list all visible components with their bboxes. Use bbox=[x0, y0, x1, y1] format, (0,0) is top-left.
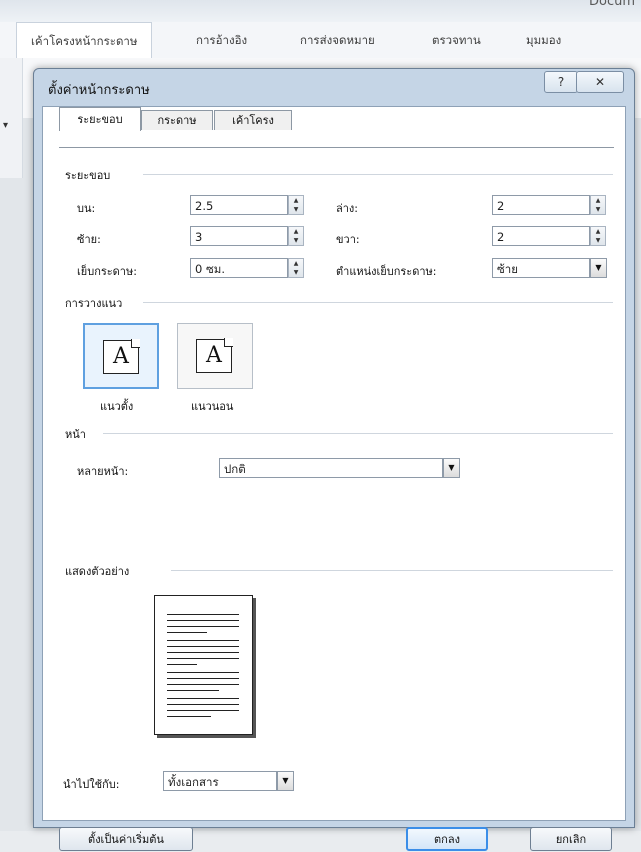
portrait-page-icon: A bbox=[103, 339, 140, 374]
preview-line bbox=[167, 626, 239, 627]
dialog-content: ระยะขอบ กระดาษ เค้าโครง ระยะขอบ บน: 2.5 … bbox=[42, 106, 626, 851]
help-button[interactable]: ? bbox=[544, 71, 578, 93]
top-margin-spinner[interactable]: ▲ ▼ bbox=[288, 195, 304, 215]
tab-layout[interactable]: เค้าโครง bbox=[214, 110, 292, 130]
dialog-titlebar[interactable]: ตั้งค่าหน้ากระดาษ ? ✕ bbox=[34, 69, 634, 105]
tab-margins[interactable]: ระยะขอบ bbox=[59, 107, 141, 131]
preview-line bbox=[167, 710, 239, 711]
page-preview bbox=[154, 595, 253, 735]
ribbon-tab-page-layout[interactable]: เค้าโครงหน้ากระดาษ bbox=[16, 22, 153, 59]
ribbon-tab-review[interactable]: ตรวจทาน bbox=[432, 22, 481, 58]
right-margin-label: ขวา: bbox=[336, 233, 360, 246]
preview-line bbox=[167, 640, 239, 641]
multiple-pages-dropdown-icon[interactable]: ▼ bbox=[443, 458, 460, 478]
margins-section-label: ระยะขอบ bbox=[65, 169, 111, 182]
landscape-label: แนวนอน bbox=[191, 400, 234, 413]
tab-divider bbox=[59, 147, 614, 148]
top-margin-input[interactable]: 2.5 bbox=[190, 195, 288, 215]
collapsed-control-icon: ▾ bbox=[3, 120, 9, 131]
gutter-spinner[interactable]: ▲ ▼ bbox=[288, 258, 304, 278]
ribbon-left-edge: ▾ bbox=[0, 58, 23, 178]
ribbon-tab-mailings[interactable]: การส่งจดหมาย bbox=[300, 22, 375, 58]
gutter-position-select[interactable]: ซ้าย bbox=[492, 258, 590, 278]
preview-line bbox=[167, 678, 239, 679]
orientation-separator bbox=[143, 302, 613, 303]
preview-line bbox=[167, 620, 239, 621]
preview-line bbox=[167, 646, 239, 647]
margins-separator bbox=[143, 174, 613, 175]
right-margin-input[interactable]: 2 bbox=[492, 226, 590, 246]
preview-line bbox=[167, 632, 207, 633]
apply-to-label: นำไปใช้กับ: bbox=[63, 778, 120, 791]
preview-line bbox=[167, 716, 211, 717]
portrait-label: แนวตั้ง bbox=[100, 400, 134, 413]
bottom-margin-label: ล่าง: bbox=[336, 202, 358, 215]
tab-paper[interactable]: กระดาษ bbox=[141, 110, 213, 130]
preview-line bbox=[167, 658, 239, 659]
left-margin-spinner[interactable]: ▲ ▼ bbox=[288, 226, 304, 246]
dialog-title: ตั้งค่าหน้ากระดาษ bbox=[48, 83, 150, 98]
document-title: Docum bbox=[588, 0, 635, 9]
preview-line bbox=[167, 652, 239, 653]
preview-line bbox=[167, 672, 239, 673]
preview-line bbox=[167, 614, 239, 615]
close-button[interactable]: ✕ bbox=[576, 71, 624, 93]
preview-line bbox=[167, 704, 239, 705]
top-margin-label: บน: bbox=[77, 202, 96, 215]
preview-separator bbox=[171, 570, 613, 571]
apply-to-dropdown-icon[interactable]: ▼ bbox=[277, 771, 294, 791]
bottom-margin-spinner[interactable]: ▲ ▼ bbox=[590, 195, 606, 215]
orientation-section-label: การวางแนว bbox=[65, 297, 123, 310]
left-margin-label: ซ้าย: bbox=[77, 233, 101, 246]
preview-line bbox=[167, 664, 197, 665]
apply-to-select[interactable]: ทั้งเอกสาร bbox=[163, 771, 277, 791]
bottom-margin-input[interactable]: 2 bbox=[492, 195, 590, 215]
gutter-label: เย็บกระดาษ: bbox=[77, 265, 137, 278]
portrait-button[interactable]: A bbox=[83, 323, 159, 389]
preview-line bbox=[167, 684, 239, 685]
ribbon-tab-bar: เค้าโครงหน้ากระดาษ การอ้างอิง การส่งจดหม… bbox=[0, 22, 641, 59]
gutter-position-label: ตำแหน่งเย็บกระดาษ: bbox=[336, 265, 437, 278]
gutter-input[interactable]: 0 ซม. bbox=[190, 258, 288, 278]
multiple-pages-label: หลายหน้า: bbox=[77, 465, 129, 478]
page-setup-dialog: ตั้งค่าหน้ากระดาษ ? ✕ ระยะขอบ กระดาษ เค้… bbox=[33, 68, 635, 851]
landscape-page-icon: A bbox=[196, 338, 233, 373]
preview-line bbox=[167, 690, 219, 691]
preview-line bbox=[167, 698, 239, 699]
window-title-area: Docum bbox=[0, 0, 641, 22]
preview-section-label: แสดงตัวอย่าง bbox=[65, 565, 130, 578]
ribbon-tab-view[interactable]: มุมมอง bbox=[526, 22, 561, 58]
multiple-pages-select[interactable]: ปกติ bbox=[219, 458, 443, 478]
right-margin-spinner[interactable]: ▲ ▼ bbox=[590, 226, 606, 246]
left-margin-input[interactable]: 3 bbox=[190, 226, 288, 246]
pages-separator bbox=[103, 433, 613, 434]
ribbon-tab-references[interactable]: การอ้างอิง bbox=[196, 22, 247, 58]
pages-section-label: หน้า bbox=[65, 428, 86, 441]
gutter-position-dropdown-icon[interactable]: ▼ bbox=[590, 258, 607, 278]
landscape-button[interactable]: A bbox=[177, 323, 253, 389]
